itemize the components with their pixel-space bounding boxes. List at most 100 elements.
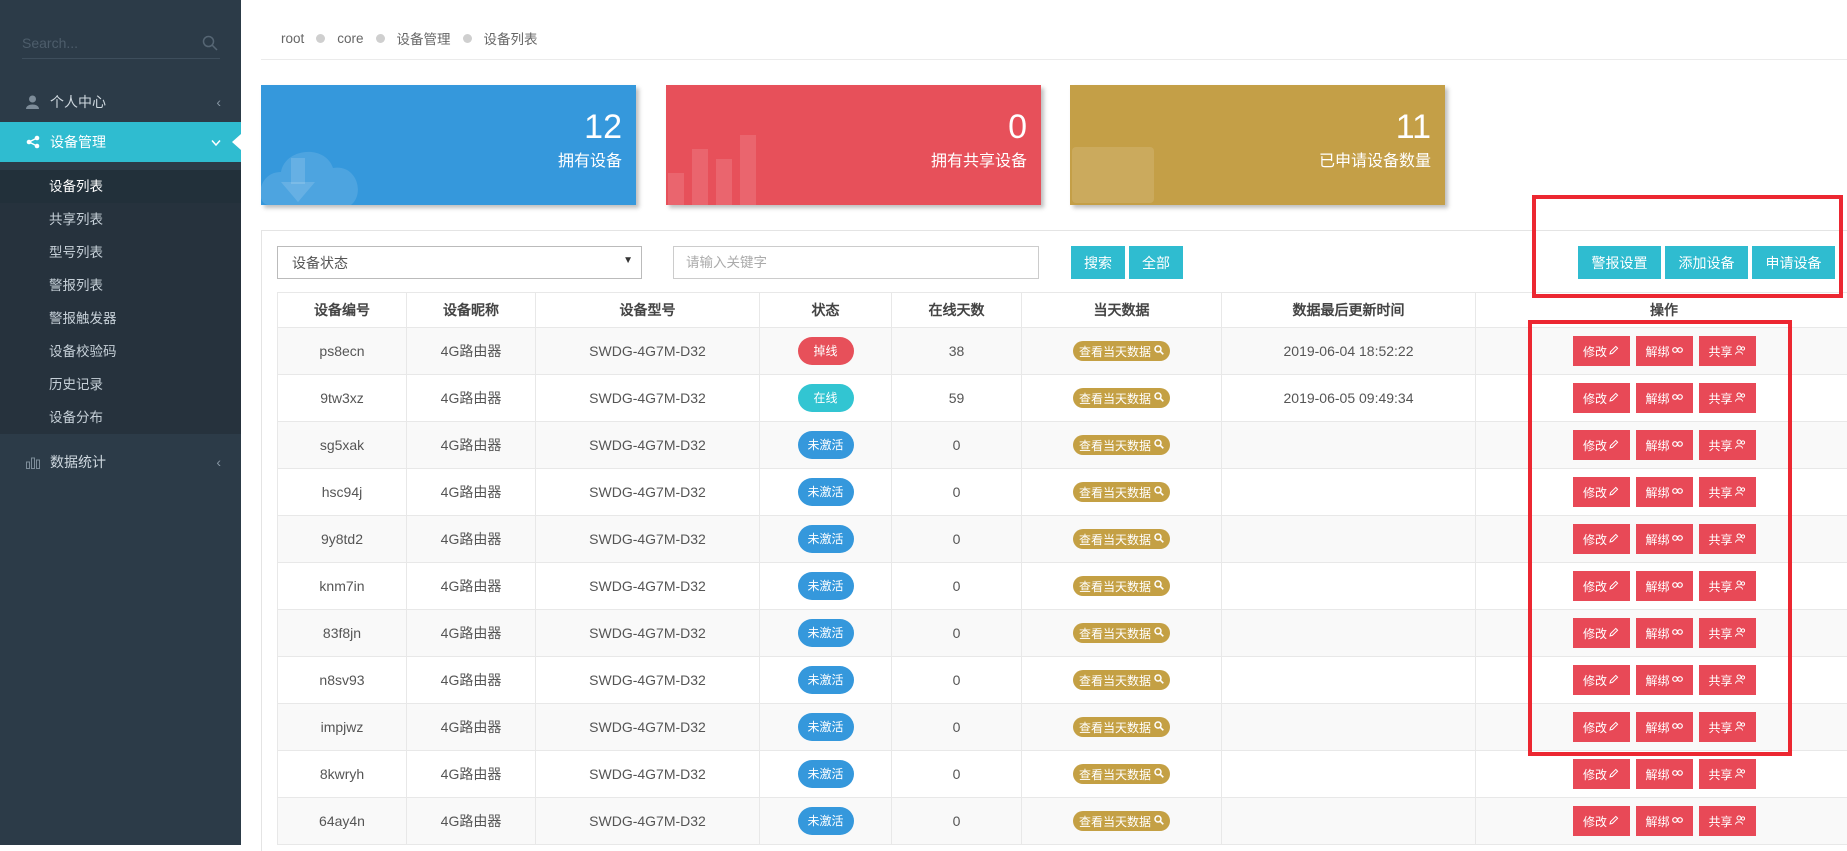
search-icon <box>1154 344 1164 358</box>
menu-item-statistics[interactable]: 数据统计 ‹ <box>0 442 241 482</box>
share-button[interactable]: 共享 <box>1699 430 1756 460</box>
view-today-data-button[interactable]: 查看当天数据 <box>1073 435 1170 455</box>
column-header: 设备型号 <box>536 293 760 328</box>
unbind-button[interactable]: 解绑 <box>1636 477 1693 507</box>
share-button[interactable]: 共享 <box>1699 383 1756 413</box>
edit-button[interactable]: 修改 <box>1573 430 1630 460</box>
divider <box>261 59 1847 60</box>
share-button[interactable]: 共享 <box>1699 477 1756 507</box>
share-button[interactable]: 共享 <box>1699 618 1756 648</box>
share-label: 共享 <box>1708 625 1732 642</box>
cloud-download-icon <box>261 110 381 205</box>
view-today-data-button[interactable]: 查看当天数据 <box>1073 670 1170 690</box>
share-button[interactable]: 共享 <box>1699 524 1756 554</box>
view-today-data-button[interactable]: 查看当天数据 <box>1073 717 1170 737</box>
table-row: 83f8jn4G路由器SWDG-4G7M-D32未激活0查看当天数据修改解绑共享 <box>278 610 1847 657</box>
stat-card-applied-devices[interactable]: 11 已申请设备数量 <box>1070 85 1445 205</box>
stat-card-owned-devices[interactable]: 12 拥有设备 <box>261 85 636 205</box>
cell-nickname: 4G路由器 <box>407 704 536 751</box>
share-button[interactable]: 共享 <box>1699 759 1756 789</box>
view-today-data-button[interactable]: 查看当天数据 <box>1073 341 1170 361</box>
view-today-data-button[interactable]: 查看当天数据 <box>1073 388 1170 408</box>
stat-value: 11 <box>1396 109 1431 145</box>
cell-today-data: 查看当天数据 <box>1022 375 1222 422</box>
users-icon <box>1735 391 1746 405</box>
share-button[interactable]: 共享 <box>1699 336 1756 366</box>
edit-button[interactable]: 修改 <box>1573 665 1630 695</box>
unbind-button[interactable]: 解绑 <box>1636 336 1693 366</box>
table-row: ps8ecn4G路由器SWDG-4G7M-D32掉线38查看当天数据2019-0… <box>278 328 1847 375</box>
cell-operations: 修改解绑共享 <box>1476 751 1847 798</box>
view-today-data-button[interactable]: 查看当天数据 <box>1073 764 1170 784</box>
cell-model: SWDG-4G7M-D32 <box>536 610 760 657</box>
breadcrumb-item: 设备列表 <box>484 28 538 48</box>
submenu: 设备列表 共享列表 型号列表 警报列表 警报触发器 设备校验码 历史记录 设备分… <box>0 170 241 434</box>
cell-online-days: 0 <box>892 704 1022 751</box>
status-badge: 掉线 <box>798 337 854 365</box>
edit-button[interactable]: 修改 <box>1573 336 1630 366</box>
view-today-data-button[interactable]: 查看当天数据 <box>1073 482 1170 502</box>
link-icon <box>1672 626 1683 640</box>
link-icon <box>1672 438 1683 452</box>
submenu-item-distribution[interactable]: 设备分布 <box>0 401 241 434</box>
share-button[interactable]: 共享 <box>1699 571 1756 601</box>
breadcrumb-item[interactable]: root <box>281 31 304 46</box>
alarm-settings-button[interactable]: 警报设置 <box>1578 246 1661 279</box>
view-today-data-button[interactable]: 查看当天数据 <box>1073 623 1170 643</box>
unbind-button[interactable]: 解绑 <box>1636 759 1693 789</box>
cell-today-data: 查看当天数据 <box>1022 704 1222 751</box>
view-today-data-button[interactable]: 查看当天数据 <box>1073 811 1170 831</box>
all-button[interactable]: 全部 <box>1129 246 1183 279</box>
stat-card-shared-devices[interactable]: 0 拥有共享设备 <box>666 85 1041 205</box>
cell-today-data: 查看当天数据 <box>1022 328 1222 375</box>
edit-button[interactable]: 修改 <box>1573 759 1630 789</box>
keyword-input[interactable] <box>673 246 1039 279</box>
view-today-data-button[interactable]: 查看当天数据 <box>1073 576 1170 596</box>
submenu-item-model-list[interactable]: 型号列表 <box>0 236 241 269</box>
submenu-item-share-list[interactable]: 共享列表 <box>0 203 241 236</box>
edit-button[interactable]: 修改 <box>1573 477 1630 507</box>
submenu-item-verify-code[interactable]: 设备校验码 <box>0 335 241 368</box>
stat-label: 拥有设备 <box>558 147 622 171</box>
share-button[interactable]: 共享 <box>1699 665 1756 695</box>
unbind-button[interactable]: 解绑 <box>1636 712 1693 742</box>
menu-item-personal-center[interactable]: 个人中心 ‹ <box>0 82 241 122</box>
cell-nickname: 4G路由器 <box>407 563 536 610</box>
share-button[interactable]: 共享 <box>1699 712 1756 742</box>
device-status-select[interactable]: 设备状态 ▼ <box>277 246 642 279</box>
share-label: 共享 <box>1708 719 1732 736</box>
search-icon[interactable] <box>202 35 218 56</box>
edit-button[interactable]: 修改 <box>1573 383 1630 413</box>
column-header: 设备昵称 <box>407 293 536 328</box>
unbind-button[interactable]: 解绑 <box>1636 806 1693 836</box>
edit-button[interactable]: 修改 <box>1573 618 1630 648</box>
unbind-button[interactable]: 解绑 <box>1636 618 1693 648</box>
submenu-item-alarm-trigger[interactable]: 警报触发器 <box>0 302 241 335</box>
search-input[interactable] <box>22 30 192 56</box>
unbind-button[interactable]: 解绑 <box>1636 665 1693 695</box>
view-today-data-button[interactable]: 查看当天数据 <box>1073 529 1170 549</box>
users-icon <box>1735 579 1746 593</box>
chevron-left-icon: ‹ <box>216 454 221 470</box>
search-icon <box>1154 720 1164 734</box>
unbind-button[interactable]: 解绑 <box>1636 571 1693 601</box>
breadcrumb-item[interactable]: 设备管理 <box>397 28 451 48</box>
apply-device-button[interactable]: 申请设备 <box>1752 246 1835 279</box>
unbind-button[interactable]: 解绑 <box>1636 430 1693 460</box>
unbind-button[interactable]: 解绑 <box>1636 383 1693 413</box>
submenu-item-device-list[interactable]: 设备列表 <box>0 170 241 203</box>
edit-button[interactable]: 修改 <box>1573 712 1630 742</box>
cell-device-id: knm7in <box>278 563 407 610</box>
submenu-item-alarm-list[interactable]: 警报列表 <box>0 269 241 302</box>
add-device-button[interactable]: 添加设备 <box>1665 246 1748 279</box>
edit-button[interactable]: 修改 <box>1573 806 1630 836</box>
edit-button[interactable]: 修改 <box>1573 571 1630 601</box>
menu-item-device-management[interactable]: 设备管理 <box>0 122 241 162</box>
unbind-button[interactable]: 解绑 <box>1636 524 1693 554</box>
search-button[interactable]: 搜索 <box>1071 246 1125 279</box>
edit-button[interactable]: 修改 <box>1573 524 1630 554</box>
breadcrumb-item[interactable]: core <box>337 31 363 46</box>
share-button[interactable]: 共享 <box>1699 806 1756 836</box>
share-label: 共享 <box>1708 531 1732 548</box>
submenu-item-history[interactable]: 历史记录 <box>0 368 241 401</box>
